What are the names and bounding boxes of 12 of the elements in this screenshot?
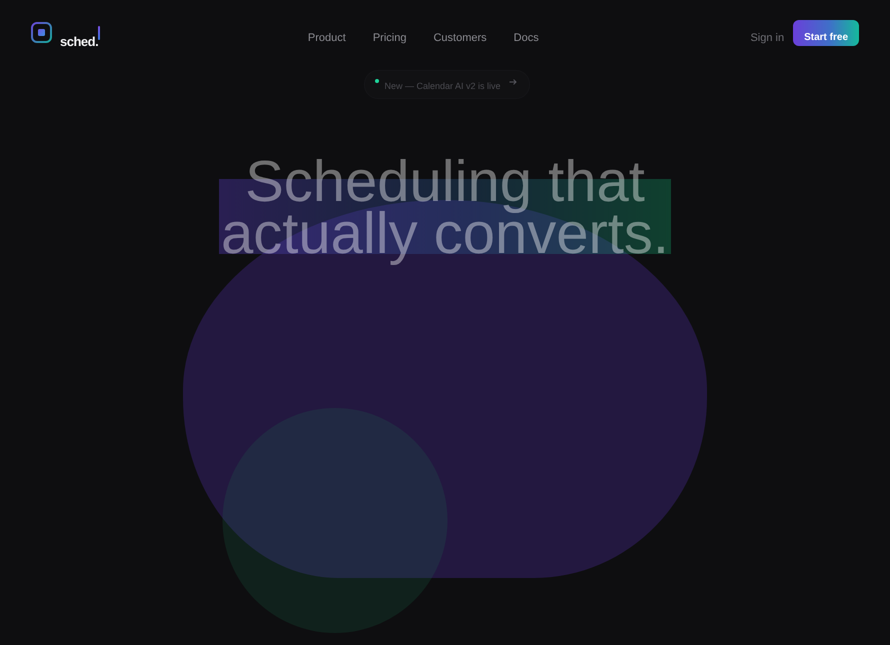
arrow-icon: [508, 78, 517, 84]
start-free-button[interactable]: Start free: [793, 20, 859, 46]
cursor-icon: [98, 26, 100, 40]
nav-link[interactable]: Product: [308, 32, 346, 45]
hero-heading: Scheduling that actually converts.: [220, 149, 670, 268]
sign-in-link[interactable]: Sign in: [750, 32, 784, 45]
brand-wordmark: sched.: [60, 35, 98, 48]
nav-link[interactable]: Customers: [433, 32, 487, 45]
nav-link[interactable]: Docs: [514, 32, 539, 45]
logo-icon[interactable]: [31, 22, 52, 43]
status-dot-icon: [375, 79, 380, 83]
nav-link[interactable]: Pricing: [372, 32, 406, 45]
